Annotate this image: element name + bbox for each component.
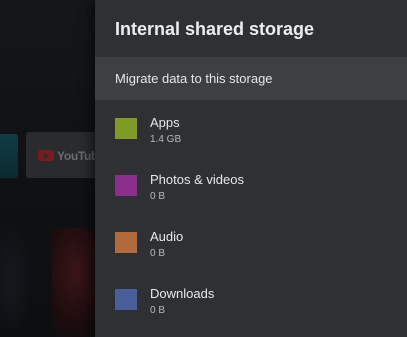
background-launcher: YouTube [0,0,95,337]
youtube-logo-icon [38,150,54,161]
storage-item-label: Audio [150,229,184,244]
storage-item-apps[interactable]: Apps 1.4 GB [95,115,407,169]
migrate-data-label: Migrate data to this storage [115,71,273,86]
youtube-app-tile: YouTube [26,132,95,178]
storage-item-label: Apps [150,115,180,130]
background-artwork-red [52,228,95,337]
storage-item-size: 1.4 GB [150,134,182,145]
storage-item-photos-videos[interactable]: Photos & videos 0 B [95,172,407,226]
background-artwork [0,230,30,330]
photos-videos-color-swatch [115,175,137,196]
apps-color-swatch [115,118,137,139]
migrate-data-option[interactable]: Migrate data to this storage [95,57,407,100]
storage-item-label: Downloads [150,286,215,301]
audio-color-swatch [115,232,137,253]
storage-settings-panel: Internal shared storage Migrate data to … [95,0,407,337]
storage-item-label: Photos & videos [150,172,244,187]
storage-item-audio[interactable]: Audio 0 B [95,229,407,283]
youtube-tile-label: YouTube [57,149,95,163]
screen: YouTube Internal shared storage Migrate … [0,0,407,337]
storage-item-size: 0 B [150,305,166,316]
storage-item-size: 0 B [150,248,166,259]
background-app-row: YouTube [0,128,95,178]
storage-item-downloads[interactable]: Downloads 0 B [95,286,407,337]
panel-title: Internal shared storage [115,19,315,39]
downloads-color-swatch [115,289,137,310]
background-app-tile [0,134,18,178]
storage-item-size: 0 B [150,191,166,202]
